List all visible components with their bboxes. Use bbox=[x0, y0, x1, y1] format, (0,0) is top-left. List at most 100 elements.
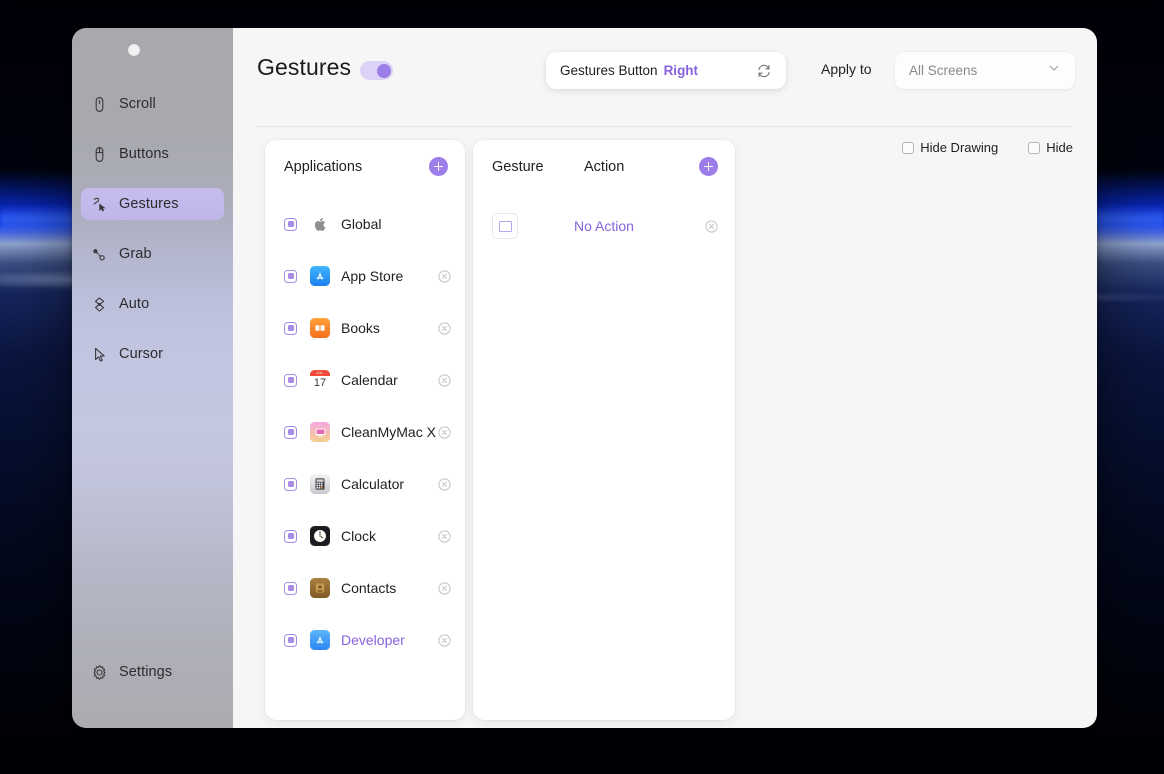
cursor-arrow-icon bbox=[91, 346, 108, 363]
app-enabled-checkbox[interactable] bbox=[284, 477, 297, 491]
app-enabled-checkbox[interactable] bbox=[284, 633, 297, 647]
remove-app-button[interactable] bbox=[438, 529, 451, 543]
sidebar-item-label: Grab bbox=[119, 246, 152, 262]
close-window-button[interactable] bbox=[128, 44, 140, 56]
gesture-column-header: Gesture bbox=[492, 159, 544, 175]
cleanmymac-icon bbox=[310, 422, 330, 442]
app-name: Developer bbox=[341, 632, 405, 648]
trigger-pill-value: Right bbox=[663, 63, 699, 78]
remove-app-button[interactable] bbox=[438, 373, 451, 387]
applications-panel-header: Applications bbox=[265, 140, 465, 198]
sidebar: Scroll Buttons Gestures Grab Auto Cursor… bbox=[72, 28, 233, 728]
apple-logo-icon bbox=[310, 214, 330, 234]
app-enabled-checkbox[interactable] bbox=[284, 269, 297, 283]
sidebar-item-label: Auto bbox=[119, 296, 150, 312]
checkbox-box[interactable] bbox=[1028, 141, 1041, 154]
sidebar-item-scroll[interactable]: Scroll bbox=[81, 88, 224, 120]
calculator-icon bbox=[310, 474, 330, 494]
remove-gesture-button[interactable] bbox=[705, 219, 718, 233]
list-item[interactable]: Contacts bbox=[265, 562, 465, 614]
sidebar-item-gestures[interactable]: Gestures bbox=[81, 188, 224, 220]
app-store-icon bbox=[310, 266, 330, 286]
gesture-stroke-icon bbox=[91, 196, 108, 213]
gestures-panel-header: Gesture Action bbox=[473, 140, 735, 198]
visibility-checkboxes: Hide Drawing Hide bbox=[902, 140, 1073, 155]
applications-title: Applications bbox=[284, 159, 363, 175]
app-enabled-checkbox[interactable] bbox=[284, 217, 297, 231]
app-enabled-checkbox[interactable] bbox=[284, 425, 297, 439]
hide-drawing-checkbox[interactable]: Hide Drawing bbox=[902, 140, 998, 155]
clock-icon bbox=[310, 526, 330, 546]
apply-to-label: Apply to bbox=[821, 61, 872, 77]
sidebar-item-auto[interactable]: Auto bbox=[81, 288, 224, 320]
app-name: Clock bbox=[341, 528, 377, 544]
gesture-action-value[interactable]: No Action bbox=[574, 218, 634, 234]
checkbox-label: Hide Drawing bbox=[920, 140, 999, 155]
developer-icon bbox=[310, 630, 330, 650]
sidebar-item-grab[interactable]: Grab bbox=[81, 238, 224, 270]
action-column-header: Action bbox=[584, 159, 625, 175]
sidebar-item-cursor[interactable]: Cursor bbox=[81, 338, 224, 370]
apply-to-select[interactable]: All Screens bbox=[895, 52, 1075, 89]
gestures-trigger-pill[interactable]: Gestures Button Right bbox=[546, 52, 786, 89]
sidebar-item-label: Buttons bbox=[119, 146, 169, 162]
app-name: Calculator bbox=[341, 476, 405, 492]
app-name: Books bbox=[341, 320, 380, 336]
gestures-panel: Gesture Action No Action bbox=[473, 140, 735, 720]
gesture-preview-square[interactable] bbox=[492, 213, 518, 239]
auto-diamond-icon bbox=[91, 296, 108, 313]
remove-app-button[interactable] bbox=[438, 581, 451, 595]
gestures-enable-toggle[interactable] bbox=[360, 61, 393, 80]
calendar-icon: JUL 17 bbox=[310, 370, 330, 390]
refresh-icon[interactable] bbox=[756, 63, 772, 79]
app-enabled-checkbox[interactable] bbox=[284, 581, 297, 595]
checkbox-label: Hide bbox=[1046, 140, 1073, 155]
page-title: Gestures bbox=[257, 54, 352, 80]
app-enabled-checkbox[interactable] bbox=[284, 529, 297, 543]
main-content: Gestures Gestures Button Right Apply to bbox=[233, 28, 1097, 728]
sidebar-item-label: Gestures bbox=[119, 196, 179, 212]
list-item[interactable]: Global bbox=[265, 198, 465, 250]
header-divider bbox=[257, 126, 1073, 127]
app-name: App Store bbox=[341, 268, 404, 284]
applications-panel: Applications Global App Store Books JUL … bbox=[265, 140, 465, 720]
list-item[interactable]: CleanMyMac X bbox=[265, 406, 465, 458]
calendar-day: 17 bbox=[313, 376, 327, 389]
list-item[interactable]: Calculator bbox=[265, 458, 465, 510]
list-item[interactable]: Clock bbox=[265, 510, 465, 562]
remove-app-button[interactable] bbox=[438, 321, 451, 335]
mouse-scroll-icon bbox=[91, 96, 108, 113]
app-enabled-checkbox[interactable] bbox=[284, 321, 297, 335]
trigger-pill-label: Gestures Button bbox=[560, 63, 658, 78]
list-item[interactable]: Books bbox=[265, 302, 465, 354]
chevron-down-icon bbox=[1047, 61, 1061, 80]
sidebar-item-label: Scroll bbox=[119, 96, 156, 112]
add-gesture-button[interactable] bbox=[699, 157, 718, 176]
remove-app-button[interactable] bbox=[438, 425, 451, 439]
list-item[interactable]: Developer bbox=[265, 614, 465, 666]
remove-app-button[interactable] bbox=[438, 633, 451, 647]
table-row[interactable]: No Action bbox=[473, 198, 735, 254]
hide-checkbox[interactable]: Hide bbox=[1028, 140, 1073, 155]
app-enabled-checkbox[interactable] bbox=[284, 373, 297, 387]
sidebar-item-buttons[interactable]: Buttons bbox=[81, 138, 224, 170]
mouse-buttons-icon bbox=[91, 146, 108, 163]
list-item[interactable]: App Store bbox=[265, 250, 465, 302]
toggle-knob bbox=[376, 63, 391, 78]
app-window: Scroll Buttons Gestures Grab Auto Cursor… bbox=[72, 28, 1097, 728]
list-item[interactable]: JUL 17 Calendar bbox=[265, 354, 465, 406]
sidebar-nav: Scroll Buttons Gestures Grab Auto Cursor bbox=[81, 88, 224, 388]
app-name: Contacts bbox=[341, 580, 397, 596]
applications-list: Global App Store Books JUL 17 Calendar C… bbox=[265, 198, 465, 666]
remove-app-button[interactable] bbox=[438, 269, 451, 283]
add-application-button[interactable] bbox=[429, 157, 448, 176]
sidebar-item-label: Settings bbox=[119, 664, 173, 680]
apply-to-value: All Screens bbox=[909, 63, 978, 78]
gestures-list: No Action bbox=[473, 198, 735, 254]
app-name: Global bbox=[341, 216, 382, 232]
content-header: Gestures Gestures Button Right Apply to bbox=[233, 28, 1097, 155]
app-name: Calendar bbox=[341, 372, 398, 388]
checkbox-box[interactable] bbox=[902, 141, 915, 154]
remove-app-button[interactable] bbox=[438, 477, 451, 491]
sidebar-item-settings[interactable]: Settings bbox=[81, 656, 224, 688]
